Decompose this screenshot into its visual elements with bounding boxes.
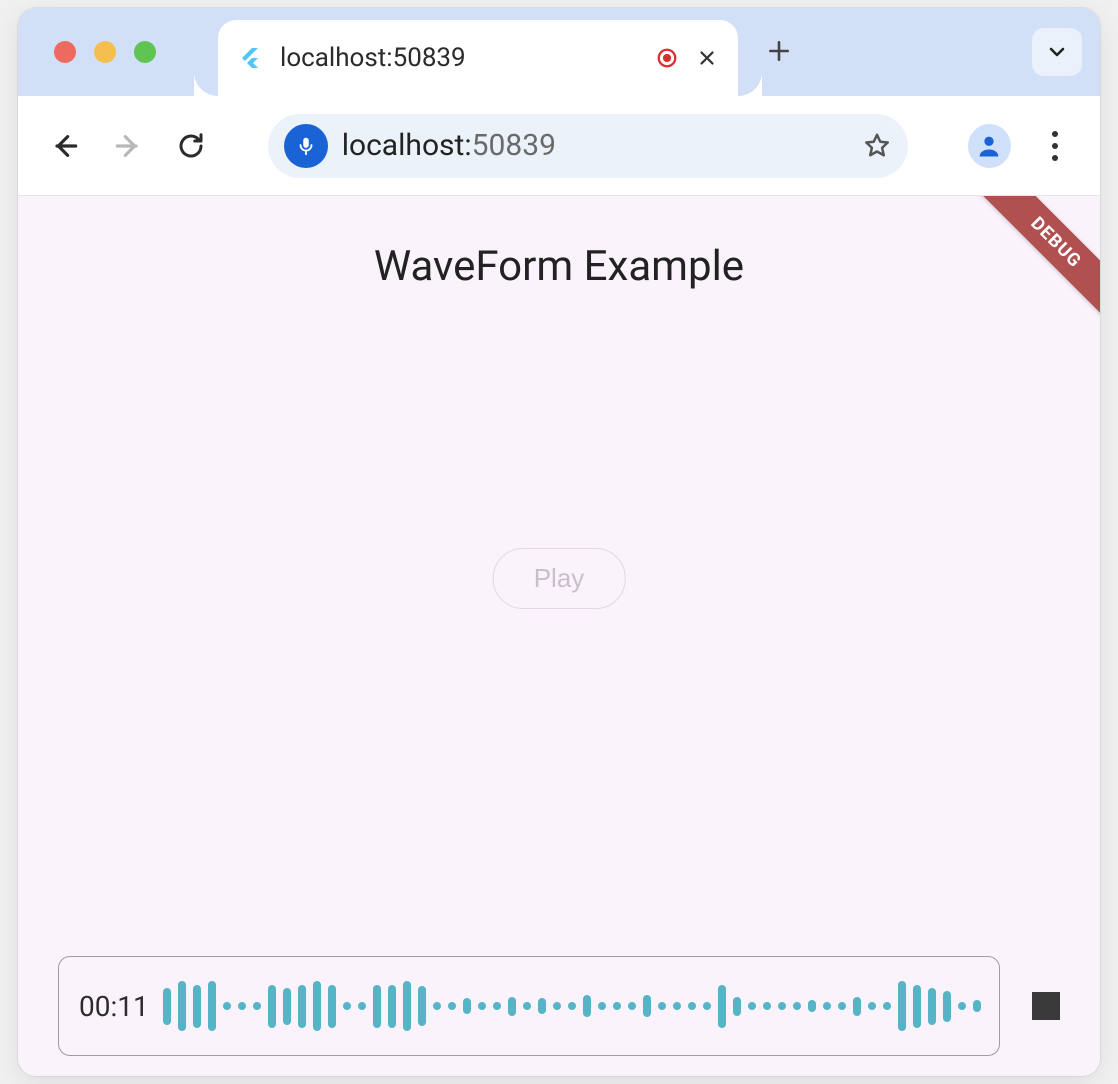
waveform-bar xyxy=(643,995,651,1017)
waveform-bar xyxy=(403,981,411,1031)
waveform-bar xyxy=(883,1002,891,1010)
waveform-bar xyxy=(913,985,921,1028)
waveform-bar xyxy=(268,985,276,1028)
nav-back-button[interactable] xyxy=(48,129,81,163)
waveform-bar xyxy=(853,997,861,1016)
waveform-bar xyxy=(253,1002,261,1010)
stop-button[interactable] xyxy=(1032,992,1060,1020)
new-tab-button[interactable] xyxy=(766,38,792,64)
site-mic-icon[interactable] xyxy=(284,124,328,168)
recording-indicator-icon[interactable] xyxy=(656,47,678,69)
url-port: 50839 xyxy=(472,128,556,163)
window-close-button[interactable] xyxy=(54,41,76,63)
browser-toolbar: localhost:50839 xyxy=(18,96,1100,196)
close-tab-icon[interactable] xyxy=(696,47,718,69)
waveform-bar xyxy=(778,1002,786,1010)
waveform-bar xyxy=(298,985,306,1028)
waveform-bar xyxy=(463,998,471,1014)
waveform-bar xyxy=(898,981,906,1031)
waveform-bar xyxy=(763,1002,771,1010)
waveform-bar xyxy=(658,1002,666,1010)
waveform-bar xyxy=(538,998,546,1014)
waveform-bar xyxy=(448,1002,456,1010)
waveform-bar xyxy=(613,1002,621,1010)
waveform-bar xyxy=(718,985,726,1028)
waveform-bar xyxy=(868,1002,876,1010)
tabs-dropdown-button[interactable] xyxy=(1032,28,1082,76)
waveform-bar xyxy=(943,991,951,1022)
window-fullscreen-button[interactable] xyxy=(134,41,156,63)
waveform-bar xyxy=(358,1002,366,1010)
url-text: localhost:50839 xyxy=(342,128,556,163)
waveform-bar xyxy=(733,997,741,1016)
browser-menu-button[interactable] xyxy=(1041,131,1070,161)
waveform-bar xyxy=(928,988,936,1025)
waveform-bar xyxy=(598,1002,606,1010)
address-bar[interactable]: localhost:50839 xyxy=(268,114,908,178)
bookmark-star-icon[interactable] xyxy=(862,131,892,161)
waveform-bar xyxy=(553,1002,561,1010)
tabstrip: localhost:50839 xyxy=(18,8,1100,96)
waveform-bar xyxy=(373,985,381,1028)
waveform-bar xyxy=(193,985,201,1028)
waveform-bar xyxy=(703,1002,711,1010)
waveform-bar xyxy=(508,997,516,1016)
window-minimize-button[interactable] xyxy=(94,41,116,63)
waveform-bar xyxy=(178,981,186,1031)
waveform-bar xyxy=(223,1002,231,1010)
browser-window: localhost:50839 xyxy=(18,8,1100,1076)
waveform-bar xyxy=(748,1002,756,1010)
play-button[interactable]: Play xyxy=(493,548,626,609)
waveform-bar xyxy=(523,1002,531,1010)
waveform-bar xyxy=(283,988,291,1025)
waveform-bar xyxy=(478,1002,486,1010)
tab-title: localhost:50839 xyxy=(280,43,638,73)
waveform-bar xyxy=(838,1002,846,1010)
nav-forward-button[interactable] xyxy=(111,129,144,163)
elapsed-time: 00:11 xyxy=(79,990,149,1023)
url-host: localhost: xyxy=(342,128,472,163)
recording-footer: 00:11 xyxy=(58,956,1060,1056)
waveform-bar xyxy=(628,1002,636,1010)
waveform-bar xyxy=(208,981,216,1031)
waveform-bar xyxy=(793,1002,801,1010)
waveform-bar xyxy=(673,1002,681,1010)
reload-button[interactable] xyxy=(174,129,207,163)
profile-avatar-button[interactable] xyxy=(968,124,1011,168)
waveform-bar xyxy=(808,1000,816,1012)
flutter-favicon-icon xyxy=(238,46,262,70)
waveform-bar xyxy=(973,1000,981,1012)
waveform-bars xyxy=(163,957,989,1055)
waveform-bar xyxy=(313,981,321,1031)
browser-tab[interactable]: localhost:50839 xyxy=(218,20,738,96)
waveform-bar xyxy=(823,1002,831,1010)
waveform-bar xyxy=(328,985,336,1028)
waveform-bar xyxy=(418,986,426,1026)
waveform-bar xyxy=(493,1002,501,1010)
page-title: WaveForm Example xyxy=(18,242,1100,291)
waveform-bar xyxy=(568,1002,576,1010)
app-viewport: WaveForm Example DEBUG Play 00:11 xyxy=(18,196,1100,1076)
traffic-lights xyxy=(54,41,156,63)
waveform-bar xyxy=(583,995,591,1017)
waveform-bar xyxy=(163,988,171,1025)
waveform-container: 00:11 xyxy=(58,956,1000,1056)
waveform-bar xyxy=(958,1002,966,1010)
waveform-bar xyxy=(433,1002,441,1010)
waveform-bar xyxy=(238,1002,246,1010)
waveform-bar xyxy=(343,1002,351,1010)
waveform-bar xyxy=(388,985,396,1028)
waveform-bar xyxy=(688,1002,696,1010)
